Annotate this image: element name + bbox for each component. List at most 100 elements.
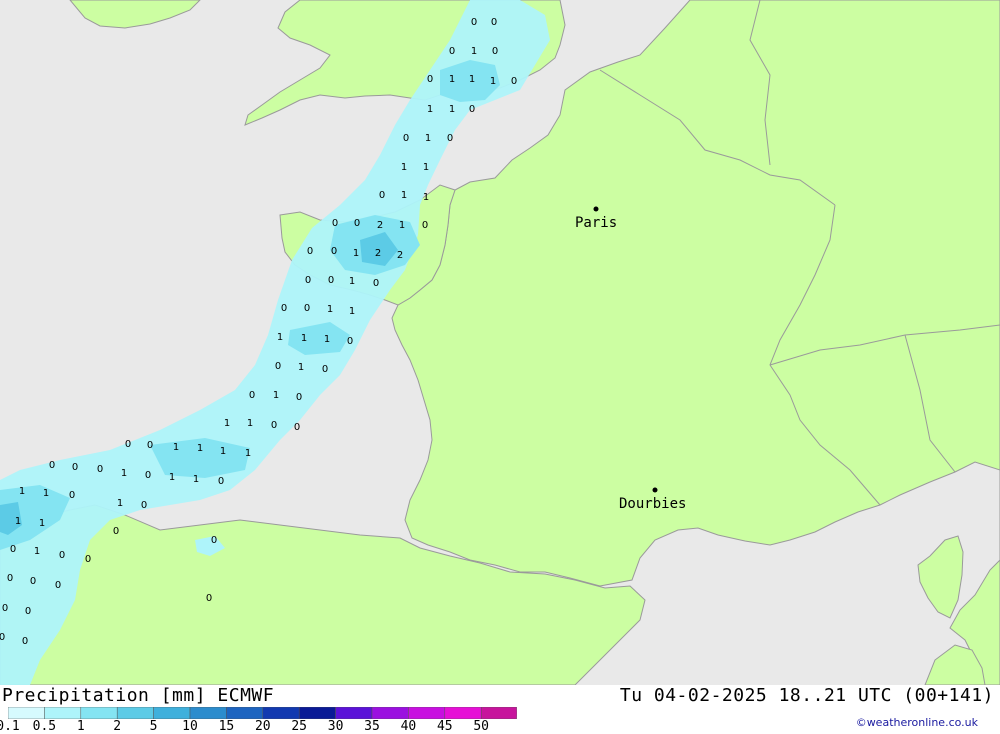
precip-value-label: 0 [307,246,313,257]
precip-value-label: 1 [15,516,21,527]
city-marker-paris [594,207,599,212]
precip-value-label: 0 [322,364,328,375]
precip-value-label: 0 [294,422,300,433]
precip-value-label: 1 [399,220,405,231]
precip-value-label: 0 [511,76,517,87]
city-marker-dourbies [653,488,658,493]
precip-value-label: 0 [471,17,477,28]
precip-value-label: 0 [271,420,277,431]
precip-value-label: 1 [349,276,355,287]
precip-value-label: 0 [55,580,61,591]
credit-link[interactable]: ©weatheronline.co.uk [856,716,978,729]
precip-value-label: 1 [423,162,429,173]
precip-value-label: 2 [377,220,383,231]
precip-value-label: 1 [353,248,359,259]
precip-value-label: 1 [169,472,175,483]
legend-swatch [336,707,372,719]
precip-value-label: 1 [401,190,407,201]
precip-value-label: 1 [273,390,279,401]
precip-value-label: 0 [211,535,217,546]
legend-swatch [8,707,44,719]
precip-value-label: 1 [469,74,475,85]
precip-value-label: 0 [275,361,281,372]
precip-value-label: 1 [425,133,431,144]
precip-value-label: 1 [277,332,283,343]
precip-value-label: 0 [379,190,385,201]
precip-value-label: 1 [121,468,127,479]
legend-tick-label: 25 [291,719,307,734]
legend-tick-label: 40 [401,719,417,734]
precip-value-label: 0 [25,606,31,617]
precip-value-label: 0 [447,133,453,144]
precip-value-label: 0 [97,464,103,475]
precip-value-label: 0 [492,46,498,57]
precip-value-label: 1 [449,104,455,115]
legend-tick-label: 0.1 [0,719,20,734]
precip-value-label: 0 [49,460,55,471]
legend-swatch [481,707,516,719]
precip-value-label: 1 [298,362,304,373]
legend-tick-label: 15 [219,719,235,734]
precip-value-label: 1 [224,418,230,429]
precip-value-label: 0 [30,576,36,587]
legend-swatch [190,707,226,719]
precip-value-label: 0 [145,470,151,481]
precip-value-label: 0 [422,220,428,231]
precip-value-label: 0 [69,490,75,501]
precip-value-label: 2 [397,250,403,261]
precipitation-map[interactable]: Paris Dourbies 0001001110110010110110021… [0,0,1000,685]
precip-value-label: 1 [43,488,49,499]
legend-swatch [117,707,153,719]
precip-value-label: 1 [349,306,355,317]
precip-value-label: 0 [113,526,119,537]
precip-value-label: 0 [7,573,13,584]
precip-value-label: 0 [403,133,409,144]
precip-value-label: 0 [427,74,433,85]
color-legend [8,707,518,719]
precip-value-label: 1 [490,76,496,87]
precip-value-label: 2 [375,248,381,259]
precip-value-label: 1 [220,446,226,457]
precip-value-label: 0 [491,17,497,28]
precip-value-label: 0 [332,218,338,229]
legend-swatch [445,707,481,719]
precip-value-label: 0 [125,439,131,450]
legend-ticks: 0.10.5125101520253035404550 [0,719,520,733]
footer: Precipitation [mm] ECMWF Tu 04-02-2025 1… [0,685,1000,733]
precip-value-label: 0 [328,275,334,286]
precip-value-label: 0 [331,246,337,257]
precip-value-label: 0 [10,544,16,555]
precip-value-label: 0 [2,603,8,614]
precip-value-label: 1 [423,192,429,203]
precip-value-label: 1 [173,442,179,453]
legend-swatch [81,707,117,719]
precip-value-label: 0 [0,632,5,643]
legend-tick-label: 0.5 [33,719,56,734]
legend-tick-label: 2 [113,719,121,734]
precip-value-label: 0 [59,550,65,561]
precip-value-label: 0 [296,392,302,403]
precip-value-label: 0 [354,218,360,229]
precip-value-label: 1 [19,486,25,497]
legend-swatch [299,707,335,719]
precip-value-label: 1 [34,546,40,557]
precip-value-label: 0 [249,390,255,401]
precip-value-label: 0 [218,476,224,487]
precip-value-label: 1 [401,162,407,173]
precip-value-label: 1 [327,304,333,315]
precip-value-label: 1 [471,46,477,57]
legend-tick-label: 10 [182,719,198,734]
map-title: Precipitation [mm] ECMWF [2,685,274,706]
map-canvas: Paris Dourbies 0001001110110010110110021… [0,0,1000,685]
precip-value-label: 0 [22,636,28,647]
legend-tick-label: 5 [150,719,158,734]
precip-value-label: 0 [141,500,147,511]
precip-value-label: 1 [197,443,203,454]
precip-value-label: 1 [39,518,45,529]
precip-value-label: 0 [304,303,310,314]
precip-value-label: 0 [147,440,153,451]
legend-tick-label: 35 [364,719,380,734]
legend-tick-label: 30 [328,719,344,734]
precip-value-label: 0 [281,303,287,314]
precip-value-label: 0 [373,278,379,289]
